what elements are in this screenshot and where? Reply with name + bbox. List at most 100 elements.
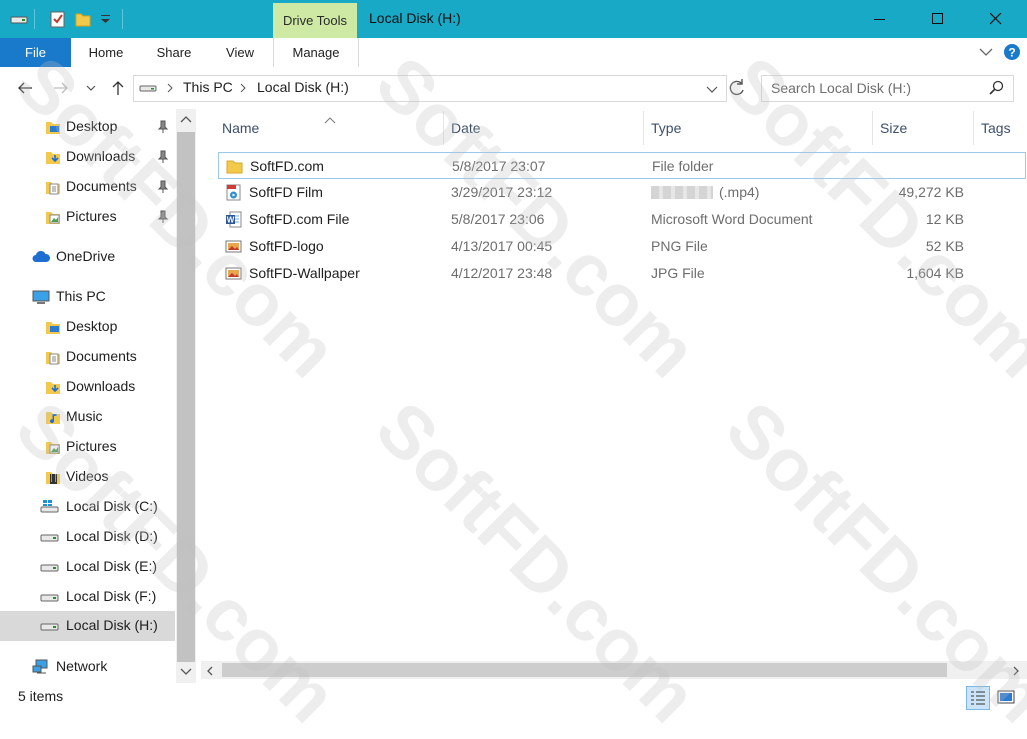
details-view-button[interactable]	[966, 686, 990, 710]
search-input[interactable]: Search Local Disk (H:)	[761, 75, 1014, 102]
nav-item-label: This PC	[56, 288, 106, 304]
nav-item-pc-downloads[interactable]: Downloads	[0, 372, 175, 402]
file-list: Name Date Type Size Tags SoftFD.com 5/8/…	[196, 109, 1027, 683]
drive-icon	[40, 529, 59, 545]
address-history-button[interactable]	[705, 82, 719, 99]
tab-share[interactable]: Share	[148, 38, 200, 67]
nav-item-local-disk-c[interactable]: Local Disk (C:)	[0, 492, 175, 522]
status-bar: 5 items	[0, 683, 1027, 712]
search-icon[interactable]	[988, 80, 1004, 99]
search-placeholder: Search Local Disk (H:)	[771, 80, 912, 96]
table-row[interactable]: SoftFD Film 3/29/2017 23:12 (.mp4) 49,27…	[218, 179, 1026, 206]
table-row[interactable]: SoftFD-Wallpaper 4/12/2017 23:48 JPG Fil…	[218, 260, 1026, 287]
documents-folder-icon	[45, 349, 61, 365]
column-divider	[643, 111, 644, 145]
expand-ribbon-button[interactable]	[978, 44, 994, 63]
nav-item-pc-pictures[interactable]: Pictures	[0, 432, 175, 462]
chevron-down-icon	[86, 85, 96, 91]
nav-item-label: OneDrive	[56, 248, 116, 264]
column-header-date[interactable]: Date	[451, 120, 481, 136]
file-type: PNG File	[651, 238, 708, 254]
pin-icon[interactable]	[157, 180, 169, 194]
back-button[interactable]	[16, 79, 34, 97]
pin-icon[interactable]	[157, 210, 169, 224]
nav-item-onedrive[interactable]: OneDrive	[0, 242, 175, 272]
nav-item-pc-documents[interactable]: Documents	[0, 342, 175, 372]
scroll-up-icon[interactable]	[179, 113, 193, 129]
tab-home[interactable]: Home	[80, 38, 132, 67]
address-bar[interactable]: This PC Local Disk (H:)	[133, 75, 727, 102]
properties-icon[interactable]	[49, 10, 67, 28]
scroll-left-icon[interactable]	[205, 664, 215, 680]
music-folder-icon	[45, 409, 61, 425]
tab-view[interactable]: View	[216, 38, 264, 67]
new-folder-icon[interactable]	[74, 10, 92, 28]
table-row[interactable]: SoftFD.com 5/8/2017 23:07 File folder	[218, 152, 1026, 179]
nav-item-label: Music	[66, 408, 103, 424]
large-icons-view-button[interactable]	[995, 686, 1019, 710]
nav-item-pc-music[interactable]: Music	[0, 402, 175, 432]
pictures-folder-icon	[45, 439, 61, 455]
pin-icon[interactable]	[157, 150, 169, 164]
nav-scrollbar-thumb[interactable]	[177, 132, 195, 662]
nav-item-network[interactable]: Network	[0, 652, 175, 682]
table-row[interactable]: W SoftFD.com File 5/8/2017 23:06 Microso…	[218, 206, 1026, 233]
nav-item-quick-downloads[interactable]: Downloads	[0, 142, 175, 172]
drive-icon	[40, 559, 59, 575]
file-date: 3/29/2017 23:12	[451, 184, 553, 200]
pin-icon[interactable]	[157, 120, 169, 134]
scroll-down-icon[interactable]	[179, 665, 193, 681]
column-header-size[interactable]: Size	[880, 120, 907, 136]
details-view-icon	[971, 691, 985, 705]
nav-item-quick-documents[interactable]: Documents	[0, 172, 175, 202]
help-icon: ?	[1004, 44, 1020, 60]
recent-locations-button[interactable]	[84, 79, 98, 97]
nav-item-local-disk-h[interactable]: Local Disk (H:)	[0, 611, 175, 641]
horizontal-scrollbar[interactable]	[201, 661, 1027, 679]
breadcrumb-local-disk-h[interactable]: Local Disk (H:)	[257, 79, 349, 95]
network-icon	[32, 659, 48, 675]
table-row[interactable]: SoftFD-logo 4/13/2017 00:45 PNG File 52 …	[218, 233, 1026, 260]
nav-item-local-disk-d[interactable]: Local Disk (D:)	[0, 522, 175, 552]
help-button[interactable]: ?	[1003, 43, 1021, 64]
column-header-tags[interactable]: Tags	[981, 120, 1011, 136]
customize-toolbar-icon[interactable]	[97, 10, 115, 28]
breadcrumb-this-pc[interactable]: This PC	[183, 79, 233, 95]
nav-item-quick-pictures[interactable]: Pictures	[0, 202, 175, 232]
breadcrumb-chevron-icon	[165, 81, 175, 98]
downloads-folder-icon	[45, 379, 61, 395]
nav-item-this-pc[interactable]: This PC	[0, 282, 175, 312]
tab-manage[interactable]: Manage	[273, 38, 359, 68]
folder-icon	[226, 158, 243, 175]
horizontal-scrollbar-thumb[interactable]	[222, 663, 947, 677]
nav-item-quick-desktop[interactable]: Desktop	[0, 112, 175, 142]
file-name: SoftFD.com File	[249, 211, 350, 227]
drive-icon[interactable]	[10, 10, 28, 28]
computer-icon	[32, 289, 50, 305]
nav-item-local-disk-e[interactable]: Local Disk (E:)	[0, 552, 175, 582]
column-header-type[interactable]: Type	[651, 120, 681, 136]
minimize-icon	[874, 19, 885, 20]
close-button[interactable]	[967, 0, 1025, 38]
desktop-folder-icon	[45, 119, 61, 135]
maximize-button[interactable]	[909, 0, 967, 38]
column-header-name[interactable]: Name	[222, 120, 259, 136]
item-count: 5 items	[18, 688, 64, 704]
refresh-button[interactable]	[727, 78, 747, 101]
minimize-button[interactable]	[851, 0, 909, 38]
ribbon: File Home Share View Manage ?	[0, 38, 1027, 68]
forward-button[interactable]	[52, 79, 70, 97]
nav-item-label: Documents	[66, 178, 137, 194]
videos-folder-icon	[45, 469, 61, 485]
file-size: 1,604 KB	[906, 265, 964, 281]
nav-item-label: Pictures	[66, 438, 117, 454]
file-date: 4/13/2017 00:45	[451, 238, 553, 254]
up-button[interactable]	[109, 79, 127, 97]
nav-item-pc-videos[interactable]: Videos	[0, 462, 175, 492]
documents-folder-icon	[45, 179, 61, 195]
tab-file[interactable]: File	[0, 38, 71, 67]
nav-item-pc-desktop[interactable]: Desktop	[0, 312, 175, 342]
scroll-right-icon[interactable]	[1011, 664, 1021, 680]
arrow-right-icon	[54, 82, 68, 94]
nav-item-local-disk-f[interactable]: Local Disk (F:)	[0, 582, 175, 612]
